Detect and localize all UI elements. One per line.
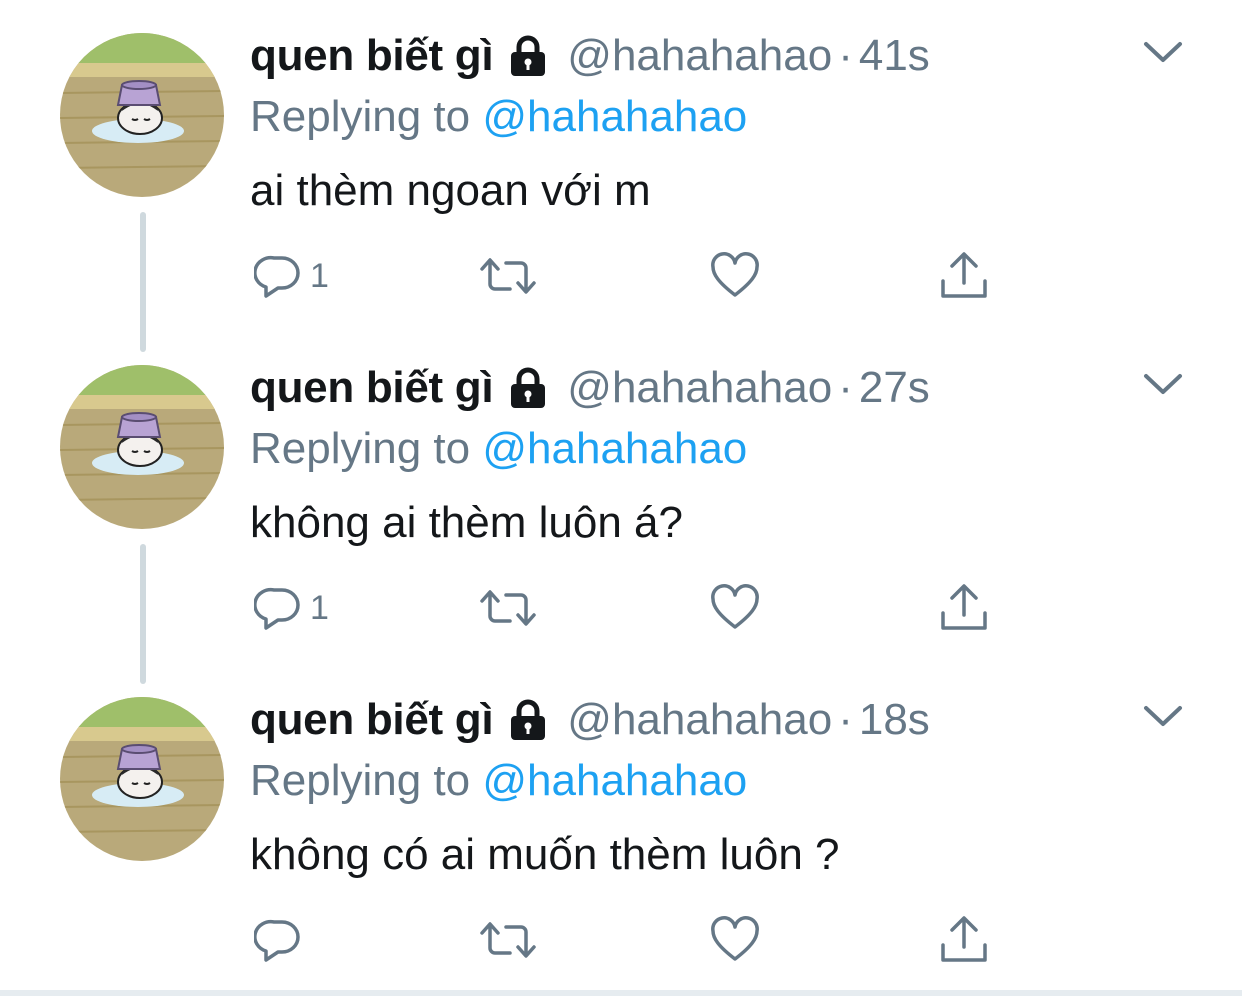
- avatar[interactable]: [60, 33, 224, 197]
- retweet-icon: [478, 584, 538, 632]
- replying-to-label: Replying to: [250, 92, 471, 141]
- retweet-button[interactable]: [478, 248, 538, 304]
- reply-icon: [254, 584, 302, 632]
- tweet-header: quen biết gì @hahahahao · 41s: [250, 28, 930, 84]
- retweet-button[interactable]: [478, 580, 538, 636]
- reply-count: 1: [310, 256, 329, 295]
- reply-count: 1: [310, 588, 329, 627]
- tweet[interactable]: quen biết gì @hahahahao · 41s Replying t…: [0, 0, 1242, 352]
- tweet-text: không ai thèm luôn á?: [250, 498, 683, 547]
- chevron-down-icon[interactable]: [1142, 38, 1184, 66]
- avatar[interactable]: [60, 365, 224, 529]
- retweet-button[interactable]: [478, 912, 538, 968]
- user-handle[interactable]: @hahahahao: [567, 363, 832, 413]
- like-button[interactable]: [710, 248, 760, 304]
- tweet-actions: 1: [0, 248, 1242, 304]
- separator-dot: ·: [838, 363, 853, 412]
- heart-icon: [710, 916, 760, 964]
- user-handle[interactable]: @hahahahao: [567, 695, 832, 745]
- tweet-header: quen biết gì @hahahahao · 18s: [250, 692, 930, 748]
- replying-to: Replying to @hahahahao: [250, 756, 747, 806]
- avatar[interactable]: [60, 697, 224, 861]
- timestamp[interactable]: 18s: [859, 695, 930, 745]
- heart-icon: [710, 252, 760, 300]
- tweet-text: ai thèm ngoan với m: [250, 166, 651, 215]
- replying-to-handle[interactable]: @hahahahao: [482, 756, 747, 805]
- display-name[interactable]: quen biết gì: [250, 363, 494, 413]
- share-button[interactable]: [938, 912, 990, 968]
- lock-icon: [505, 33, 551, 79]
- replying-to-label: Replying to: [250, 756, 471, 805]
- tweet-header: quen biết gì @hahahahao · 27s: [250, 360, 930, 416]
- lock-icon: [505, 697, 551, 743]
- share-icon: [938, 915, 990, 965]
- reply-icon: [254, 252, 302, 300]
- reply-button[interactable]: 1: [254, 580, 329, 636]
- like-button[interactable]: [710, 580, 760, 636]
- bottom-divider: [0, 990, 1242, 996]
- timestamp[interactable]: 27s: [859, 363, 930, 413]
- user-handle[interactable]: @hahahahao: [567, 31, 832, 81]
- replying-to-handle[interactable]: @hahahahao: [482, 424, 747, 473]
- replying-to-label: Replying to: [250, 424, 471, 473]
- share-icon: [938, 251, 990, 301]
- lock-icon: [505, 365, 551, 411]
- share-icon: [938, 583, 990, 633]
- retweet-icon: [478, 916, 538, 964]
- separator-dot: ·: [838, 31, 853, 80]
- replying-to-handle[interactable]: @hahahahao: [482, 92, 747, 141]
- reply-icon: [254, 916, 302, 964]
- tweet[interactable]: quen biết gì @hahahahao · 27s Replying t…: [0, 332, 1242, 684]
- replying-to: Replying to @hahahahao: [250, 424, 747, 474]
- tweet-actions: [0, 912, 1242, 968]
- separator-dot: ·: [838, 695, 853, 744]
- heart-icon: [710, 584, 760, 632]
- timestamp[interactable]: 41s: [859, 31, 930, 81]
- tweet-actions: 1: [0, 580, 1242, 636]
- tweet-text: không có ai muốn thèm luôn ?: [250, 830, 840, 879]
- display-name[interactable]: quen biết gì: [250, 695, 494, 745]
- display-name[interactable]: quen biết gì: [250, 31, 494, 81]
- reply-button[interactable]: [254, 912, 302, 968]
- chevron-down-icon[interactable]: [1142, 702, 1184, 730]
- reply-button[interactable]: 1: [254, 248, 329, 304]
- share-button[interactable]: [938, 580, 990, 636]
- replying-to: Replying to @hahahahao: [250, 92, 747, 142]
- like-button[interactable]: [710, 912, 760, 968]
- chevron-down-icon[interactable]: [1142, 370, 1184, 398]
- share-button[interactable]: [938, 248, 990, 304]
- tweet[interactable]: quen biết gì @hahahahao · 18s Replying t…: [0, 664, 1242, 996]
- retweet-icon: [478, 252, 538, 300]
